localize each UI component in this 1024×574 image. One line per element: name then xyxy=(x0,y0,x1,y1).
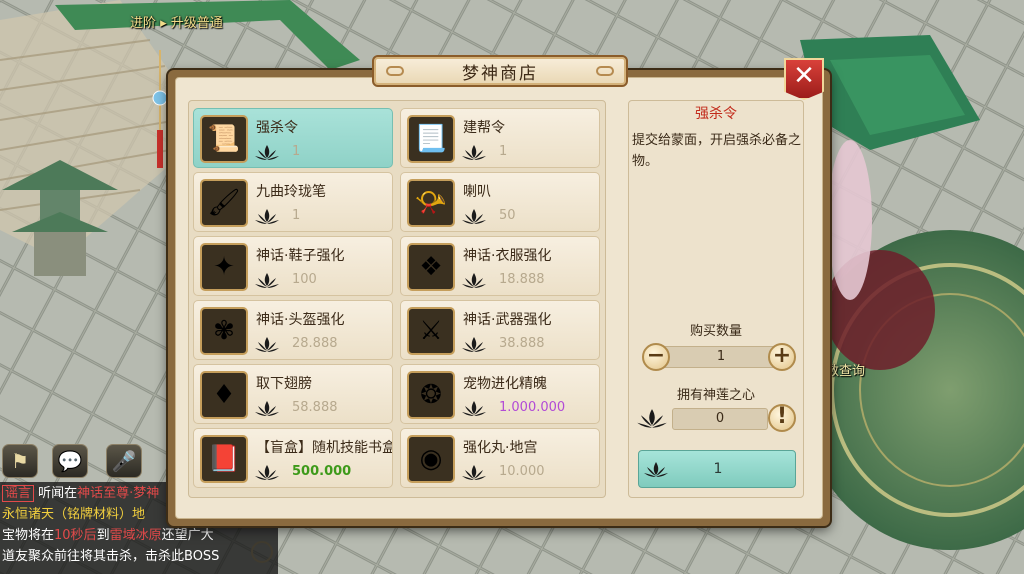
microphone-icon[interactable]: 🎤 xyxy=(106,444,142,478)
shop-item-price: 1 xyxy=(499,144,508,159)
chat-line: 道友聚众前往将其击杀，击杀此BOSS xyxy=(2,548,219,566)
shop-item-price: 1 xyxy=(292,208,301,223)
armor-figure-icon: ❖ xyxy=(407,243,455,291)
shop-item[interactable]: ♦ 取下翅膀 58.888 xyxy=(193,364,393,424)
shop-item-name: 神话·武器强化 xyxy=(463,312,552,328)
shop-item-name: 神话·头盔强化 xyxy=(256,312,345,328)
chat-segment: 还望广大 xyxy=(161,528,214,543)
shop-item-price: 28.888 xyxy=(292,336,338,351)
shop-item-price: 500.000 xyxy=(292,464,352,479)
chat-bubble-icon[interactable]: 💬 xyxy=(52,444,88,478)
chat-segment: 10秒后 xyxy=(54,528,97,543)
shop-item-price: 50 xyxy=(499,208,516,223)
black-lotus-icon xyxy=(637,409,667,428)
currency-info-button[interactable]: ! xyxy=(768,404,796,432)
black-lotus-icon xyxy=(255,209,279,224)
shop-item-name: 强化丸·地宫 xyxy=(463,440,538,456)
shop-item[interactable]: ⚔ 神话·武器强化 38.888 xyxy=(400,300,600,360)
shop-item[interactable]: 🖌 九曲玲珑笔 1 xyxy=(193,172,393,232)
shop-item-price: 10.000 xyxy=(499,464,545,479)
black-lotus-icon xyxy=(462,337,486,352)
golden-sword-icon: ⚔ xyxy=(407,307,455,355)
buy-total-cost: 1 xyxy=(713,461,723,477)
green-wind-boots-icon: ✦ xyxy=(200,243,248,291)
shop-item-name: 建帮令 xyxy=(463,120,505,136)
chat-segment: 道友聚众前往将其击杀，击杀此BOSS xyxy=(2,549,220,564)
close-button[interactable]: ✕ xyxy=(784,58,824,100)
skill-book-box-icon: 📕 xyxy=(200,435,248,483)
gold-horn-icon: 📯 xyxy=(407,179,455,227)
shop-item[interactable]: ❂ 宠物进化精魄 1.000.000 xyxy=(400,364,600,424)
owned-currency-value: 0 xyxy=(672,408,768,430)
chat-segment: 永恒诸天（铭牌材料）地 xyxy=(2,507,146,522)
quantity-input[interactable]: 1 xyxy=(660,346,782,368)
shop-item-name: 取下翅膀 xyxy=(256,376,312,392)
feature-query-label[interactable]: 数查询 xyxy=(826,360,865,379)
chat-line: 谣言 听闻在神话至尊·梦神 xyxy=(2,485,159,503)
chat-line: 永恒诸天（铭牌材料）地 xyxy=(2,506,145,524)
shop-item-price: 1.000.000 xyxy=(499,400,566,415)
shop-item-price: 18.888 xyxy=(499,272,545,287)
shop-item-name: 宠物进化精魄 xyxy=(463,376,547,392)
black-lotus-icon xyxy=(462,145,486,160)
shop-item-name: 【盲盒】随机技能书盒 xyxy=(256,440,392,456)
chat-line: 宝物将在10秒后到雷域冰原还望广大 xyxy=(2,527,214,545)
chat-segment: 宝物将在 xyxy=(2,528,55,543)
black-lotus-icon xyxy=(462,273,486,288)
black-lotus-icon xyxy=(255,401,279,416)
orange-orb-icon: ◉ xyxy=(407,435,455,483)
shop-item[interactable]: 📯 喇叭 50 xyxy=(400,172,600,232)
top-banner-text[interactable]: 进阶 ▸ 升级普通 xyxy=(130,12,223,31)
shop-item[interactable]: 📜 强杀令 1 xyxy=(193,108,393,168)
shop-item-name: 九曲玲珑笔 xyxy=(256,184,326,200)
shop-item-name: 强杀令 xyxy=(256,120,298,136)
black-lotus-icon xyxy=(462,209,486,224)
shop-item-name: 神话·鞋子强化 xyxy=(256,248,345,264)
black-lotus-icon xyxy=(255,145,279,160)
buy-button[interactable]: 1 xyxy=(638,450,796,488)
owned-currency-label: 拥有神莲之心 xyxy=(676,388,755,403)
shop-item[interactable]: 📃 建帮令 1 xyxy=(400,108,600,168)
scroll-token-icon: 📜 xyxy=(200,115,248,163)
red-gem-icon: ♦ xyxy=(200,371,248,419)
title-ornament-left-icon xyxy=(386,66,404,76)
increase-quantity-button[interactable]: + xyxy=(768,343,796,371)
shop-item-name: 神话·衣服强化 xyxy=(463,248,552,264)
chat-segment: 雷域冰原 xyxy=(109,528,162,543)
shop-item[interactable]: ❖ 神话·衣服强化 18.888 xyxy=(400,236,600,296)
black-lotus-icon xyxy=(255,337,279,352)
shop-title-plate: 梦神商店 xyxy=(372,55,628,87)
shop-item-name: 喇叭 xyxy=(463,184,491,200)
pet-essence-scroll-icon: ❂ xyxy=(407,371,455,419)
shop-item-price: 58.888 xyxy=(292,400,338,415)
shop-item-price: 1 xyxy=(292,144,301,159)
close-x-icon: ✕ xyxy=(793,61,815,91)
chat-segment: 谣言 xyxy=(2,485,35,502)
team-icon[interactable]: ⚑ xyxy=(2,444,38,478)
detail-item-description: 提交给蒙面，开启强杀必备之物。 xyxy=(632,133,802,169)
black-lotus-icon xyxy=(462,401,486,416)
shop-item[interactable]: ✾ 神话·头盔强化 28.888 xyxy=(193,300,393,360)
chat-segment: 到 xyxy=(96,528,110,543)
black-lotus-icon xyxy=(255,465,279,480)
jade-brush-icon: 🖌 xyxy=(200,179,248,227)
shop-item[interactable]: ◉ 强化丸·地宫 10.000 xyxy=(400,428,600,488)
shop-item-price: 38.888 xyxy=(499,336,545,351)
shop-item-price: 100 xyxy=(292,272,317,287)
shop-title: 梦神商店 xyxy=(462,63,538,84)
chat-segment: 神话至尊·梦神 xyxy=(77,486,160,501)
black-lotus-icon xyxy=(255,273,279,288)
black-lotus-icon xyxy=(462,465,486,480)
detail-item-title: 强杀令 xyxy=(695,106,737,122)
title-ornament-right-icon xyxy=(596,66,614,76)
golden-scroll-icon: 📃 xyxy=(407,115,455,163)
decrease-quantity-button[interactable]: − xyxy=(642,343,670,371)
shop-item[interactable]: ✦ 神话·鞋子强化 100 xyxy=(193,236,393,296)
shop-item[interactable]: 📕 【盲盒】随机技能书盒 500.000 xyxy=(193,428,393,488)
winged-helmet-icon: ✾ xyxy=(200,307,248,355)
chat-segment: 听闻在 xyxy=(34,486,78,501)
buy-quantity-label: 购买数量 xyxy=(689,324,742,339)
